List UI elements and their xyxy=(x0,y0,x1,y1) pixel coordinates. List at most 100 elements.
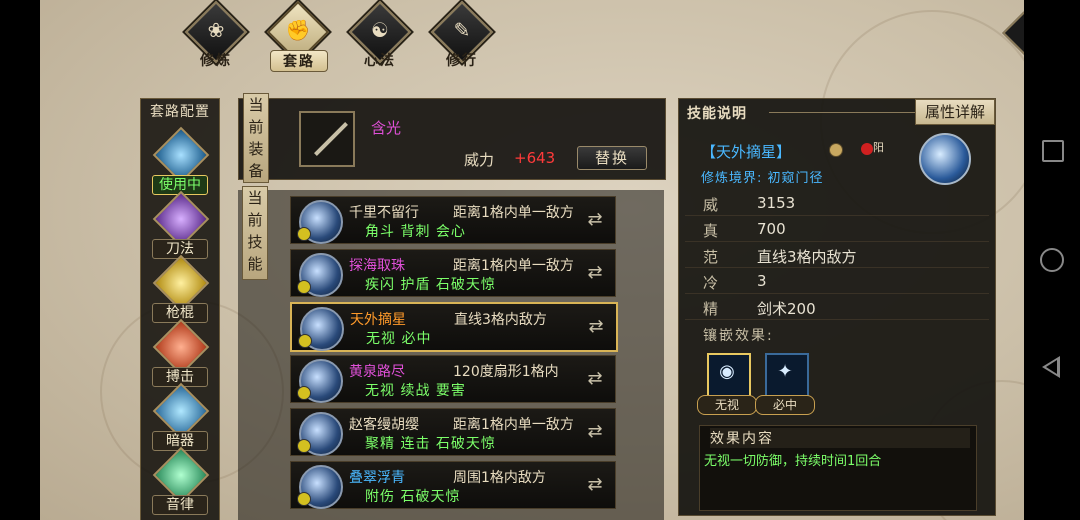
home-icon[interactable] xyxy=(1040,248,1064,272)
category-in-use[interactable]: 使用中 xyxy=(147,126,213,195)
stat-value: 3153 xyxy=(757,194,796,212)
swap-icon[interactable]: ⇄ xyxy=(583,421,607,443)
tab-practice-label: 修行 xyxy=(446,53,478,69)
skill-range: 120度扇形1格内 xyxy=(453,364,559,380)
power-label: 威力 xyxy=(464,151,495,169)
skill-row[interactable]: 叠翠浮青 周围1格内敌方附伤 石破天惊 ⇄ xyxy=(290,461,616,509)
stat-value: 700 xyxy=(757,220,786,238)
power-value: +643 xyxy=(514,149,556,167)
effect-content-box: 效果内容 无视一切防御，持续时间1回合 xyxy=(699,425,977,511)
skill-badge-icon xyxy=(298,334,312,348)
stat-key: 范 xyxy=(703,248,719,266)
tab-practice[interactable]: ✎ 修行 xyxy=(426,0,498,70)
yang-icon xyxy=(861,143,873,155)
category-hidden-weapon[interactable]: 暗器 xyxy=(147,382,213,451)
skill-range: 距离1格内单一敌方 xyxy=(453,417,574,433)
game-screen: ❀ 修炼 ✊ 套路 ☯ 心法 ✎ 修行 ✕ 套路配置 使用中 xyxy=(0,0,1080,520)
skill-tags: 疾闪 护盾 石破天惊 xyxy=(365,277,496,293)
game-scene: ❀ 修炼 ✊ 套路 ☯ 心法 ✎ 修行 ✕ 套路配置 使用中 xyxy=(40,0,1024,520)
stat-row: 真 700 xyxy=(685,217,989,242)
skill-range: 直线3格内敌方 xyxy=(454,312,547,328)
skill-tags: 聚精 连击 石破天惊 xyxy=(365,436,496,452)
yang-label: 阳 xyxy=(873,141,884,154)
skill-row[interactable]: 赵客缦胡缨 距离1格内单一敌方聚精 连击 石破天惊 ⇄ xyxy=(290,408,616,456)
skill-range: 距离1格内单一敌方 xyxy=(453,258,574,274)
skill-name: 赵客缦胡缨 xyxy=(349,417,419,433)
skill-row[interactable]: 黄泉路尽 120度扇形1格内无视 续战 要害 ⇄ xyxy=(290,355,616,403)
stat-row: 冷 3 xyxy=(685,269,989,294)
stat-value: 剑术200 xyxy=(757,300,816,318)
equipment-name: 含光 xyxy=(371,119,402,137)
tab-mind-method[interactable]: ☯ 心法 xyxy=(344,0,416,70)
replace-button[interactable]: 替换 xyxy=(577,146,647,170)
close-icon: ✕ xyxy=(1014,21,1024,42)
stat-value: 3 xyxy=(757,272,767,290)
inlay-label: 必中 xyxy=(755,395,815,415)
tab-cultivate-label: 修炼 xyxy=(200,53,232,69)
inlay-effect-label: 镶嵌效果: xyxy=(703,328,774,344)
tab-routine-label: 套路 xyxy=(270,50,328,72)
taiji-icon: ☯ xyxy=(371,18,389,42)
equipment-slot[interactable] xyxy=(299,111,355,167)
skill-row[interactable]: 千里不留行 距离1格内单一敌方 角斗 背刺 会心 ⇄ xyxy=(290,196,616,244)
tab-routine[interactable]: ✊ 套路 xyxy=(262,0,334,72)
category-blade[interactable]: 刀法 xyxy=(147,190,213,259)
current-skills-tag: 当前技能 xyxy=(242,186,268,280)
swap-icon[interactable]: ⇄ xyxy=(583,209,607,231)
tab-attribute-detail[interactable]: 属性详解 xyxy=(915,99,995,125)
stat-key: 真 xyxy=(703,222,719,240)
stat-row: 范 直线3格内敌方 xyxy=(685,243,989,268)
swap-icon[interactable]: ⇄ xyxy=(583,262,607,284)
stat-row: 精 剑术200 xyxy=(685,295,989,320)
recents-icon[interactable] xyxy=(1042,140,1064,162)
skill-icon xyxy=(919,133,971,185)
scroll-icon: ✎ xyxy=(453,18,471,42)
category-combat[interactable]: 搏击 xyxy=(147,318,213,387)
skill-name: 探海取珠 xyxy=(349,258,405,274)
fist-icon: ✊ xyxy=(285,18,311,42)
skill-tags: 无视 续战 要害 xyxy=(365,383,466,399)
swap-icon[interactable]: ⇄ xyxy=(583,368,607,390)
back-icon[interactable] xyxy=(1042,356,1060,378)
routine-config-panel: 套路配置 使用中 刀法 枪棍 搏击 暗器 音律 xyxy=(140,98,220,520)
target-icon: ✦ xyxy=(777,361,793,382)
eye-icon: ◉ xyxy=(719,361,735,382)
routine-config-title: 套路配置 xyxy=(150,104,210,120)
skill-range: 距离1格内单一敌方 xyxy=(453,205,574,221)
effect-content-title: 效果内容 xyxy=(710,428,970,448)
skill-name: 叠翠浮青 xyxy=(349,470,405,486)
skill-row[interactable]: 探海取珠 距离1格内单一敌方疾闪 护盾 石破天惊 ⇄ xyxy=(290,249,616,297)
effect-content-text: 无视一切防御，持续时间1回合 xyxy=(704,454,882,469)
skill-name: 黄泉路尽 xyxy=(349,364,405,380)
swap-icon[interactable]: ⇄ xyxy=(583,474,607,496)
tab-mind-method-label: 心法 xyxy=(364,53,396,69)
lotus-icon: ❀ xyxy=(207,18,225,42)
skill-title: 【天外摘星】 xyxy=(701,143,792,161)
skill-badge-icon xyxy=(297,227,311,241)
inlay-label: 无视 xyxy=(697,395,757,415)
android-nav-bar xyxy=(1024,0,1080,520)
stat-key: 威 xyxy=(703,196,719,214)
inlay-sure-hit[interactable]: ✦ 必中 xyxy=(755,353,815,415)
skill-tags: 附伤 石破天惊 xyxy=(365,489,461,505)
stat-value: 直线3格内敌方 xyxy=(757,248,857,266)
skill-badge-icon xyxy=(297,280,311,294)
category-spear[interactable]: 枪棍 xyxy=(147,254,213,323)
skill-badge-icon xyxy=(297,439,311,453)
category-music[interactable]: 音律 xyxy=(147,446,213,515)
stat-key: 精 xyxy=(703,300,719,318)
tab-cultivate[interactable]: ❀ 修炼 xyxy=(180,0,252,70)
cultivation-realm: 修炼境界: 初窥门径 xyxy=(701,171,824,186)
category-label: 音律 xyxy=(152,495,208,515)
tab-skill-description[interactable]: 技能说明 xyxy=(687,103,767,123)
skill-range: 周围1格内敌方 xyxy=(453,470,546,486)
skill-detail-panel: 技能说明 属性详解 【天外摘星】 阳 修炼境界: 初窥门径 威 3153 真 7… xyxy=(678,98,996,516)
swap-icon[interactable]: ⇄ xyxy=(584,316,608,338)
skill-row[interactable]: 天外摘星 直线3格内敌方 无视 必中 ⇄ xyxy=(290,302,618,352)
skill-badge-icon xyxy=(297,386,311,400)
current-skills-panel: 当前技能 千里不留行 距离1格内单一敌方 角斗 背刺 会心 ⇄ 探海取珠 距离1格内单一敌… xyxy=(238,186,664,520)
skill-name: 千里不留行 xyxy=(349,205,419,221)
stat-row: 威 3153 xyxy=(685,191,989,216)
sword-icon xyxy=(314,122,348,156)
inlay-ignore[interactable]: ◉ 无视 xyxy=(697,353,757,415)
